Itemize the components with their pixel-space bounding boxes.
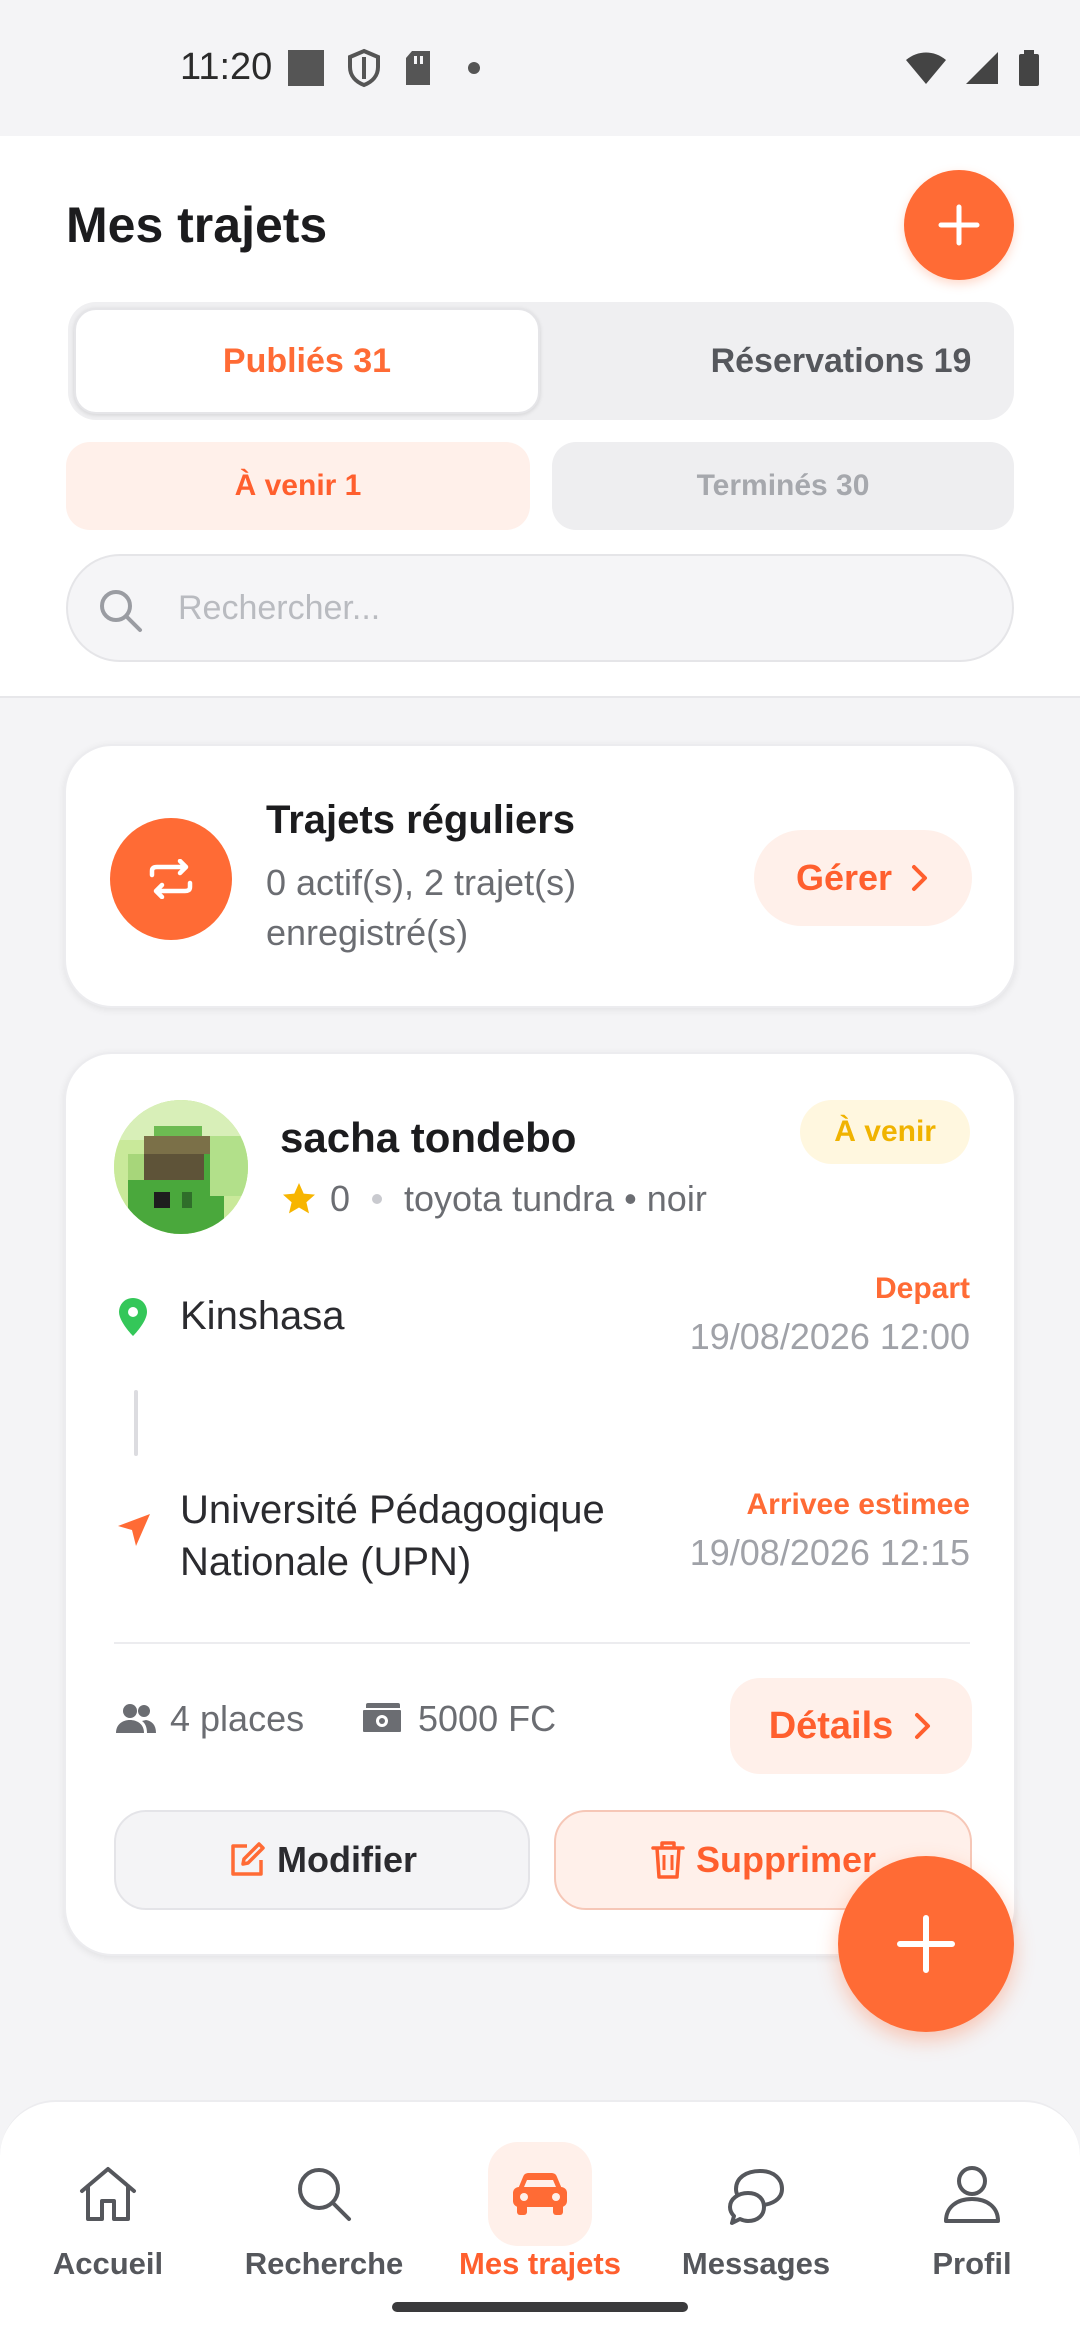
car-icon	[488, 2142, 592, 2246]
modify-button[interactable]: Modifier	[114, 1810, 530, 1910]
driver-name: sacha tondebo	[280, 1114, 577, 1161]
home-icon	[56, 2142, 160, 2246]
details-label: Détails	[768, 1704, 894, 1747]
status-badge: À venir	[800, 1100, 970, 1164]
manage-button[interactable]: Gérer	[754, 830, 972, 926]
tab-published[interactable]: Publiés 31	[74, 308, 540, 414]
sd-card-icon	[402, 48, 434, 93]
search-icon	[272, 2142, 376, 2246]
home-indicator[interactable]	[392, 2302, 688, 2312]
status-icons-right	[904, 48, 1042, 93]
nav-label: Recherche	[244, 2246, 404, 2281]
square-notification-icon	[286, 48, 326, 93]
departure-place: Kinshasa	[180, 1294, 345, 1338]
vehicle-info: toyota tundra • noir	[404, 1178, 707, 1219]
regular-trips-title: Trajets réguliers	[266, 798, 576, 842]
divider	[114, 1642, 970, 1644]
signal-icon	[962, 48, 1002, 93]
tab-reservations[interactable]: Réservations 19	[608, 308, 1074, 414]
nav-profile[interactable]: Profil	[872, 2142, 1072, 2282]
seats-info: 4 places	[114, 1698, 304, 1740]
dot-icon	[454, 48, 494, 93]
arrival-place: Université Pédagogique Nationale (UPN)	[180, 1488, 605, 1584]
nav-my-trips[interactable]: Mes trajets	[440, 2142, 640, 2282]
battery-icon	[1016, 48, 1042, 93]
delete-label: Supprimer	[695, 1839, 877, 1880]
status-time: 11:20	[180, 46, 273, 88]
search-input[interactable]	[178, 556, 978, 660]
search-box	[66, 554, 1014, 662]
plus-icon	[938, 204, 980, 246]
chat-icon	[704, 2142, 808, 2246]
add-trip-button[interactable]	[904, 170, 1014, 280]
chevron-right-icon	[915, 1713, 931, 1739]
edit-icon	[231, 1842, 265, 1876]
status-bar: 11:20	[0, 0, 1080, 136]
trip-card[interactable]: sacha tondebo 0 toyota tundra • noir À v…	[64, 1052, 1016, 1956]
nav-search[interactable]: Recherche	[224, 2142, 424, 2282]
chevron-right-icon	[912, 865, 928, 891]
money-icon	[361, 1703, 403, 1734]
modify-label: Modifier	[277, 1839, 417, 1880]
map-pin-icon	[116, 1296, 150, 1343]
plus-icon	[897, 1915, 955, 1973]
departure-label: Depart	[874, 1272, 970, 1305]
repeat-arrows-icon	[110, 818, 232, 940]
nav-messages[interactable]: Messages	[656, 2142, 856, 2282]
avatar	[114, 1100, 248, 1234]
regular-trips-subtitle: 0 actif(s), 2 trajet(s) enregistré(s)	[266, 862, 577, 953]
nav-label: Mes trajets	[459, 2246, 621, 2281]
floating-add-button[interactable]	[838, 1856, 1014, 2032]
price-value: 5000 FC	[418, 1698, 557, 1739]
status-icons-left	[286, 48, 494, 93]
filter-finished[interactable]: Terminés 30	[552, 442, 1014, 530]
route-line	[134, 1390, 138, 1456]
trash-icon	[651, 1841, 685, 1879]
navigation-arrow-icon	[114, 1510, 154, 1555]
shield-icon	[346, 48, 382, 93]
page-title: Mes trajets	[66, 197, 328, 253]
seats-count: 4 places	[170, 1698, 305, 1739]
user-icon	[920, 2142, 1024, 2246]
star-icon	[283, 1183, 315, 1214]
nav-label: Messages	[681, 2246, 831, 2281]
details-button[interactable]: Détails	[730, 1678, 972, 1774]
filter-upcoming[interactable]: À venir 1	[66, 442, 530, 530]
driver-rating: 0	[330, 1178, 351, 1219]
separator-dot	[372, 1194, 383, 1204]
arrival-time: 19/08/2026 12:15	[689, 1532, 970, 1573]
manage-label: Gérer	[795, 857, 893, 898]
driver-meta: 0 toyota tundra • noir	[280, 1178, 707, 1220]
arrival-label: Arrivee estimee	[746, 1488, 970, 1521]
nav-label: Accueil	[52, 2246, 164, 2281]
main-tabs: Publiés 31 Réservations 19	[68, 302, 1014, 420]
wifi-icon	[904, 48, 948, 93]
nav-home[interactable]: Accueil	[8, 2142, 208, 2282]
departure-time: 19/08/2026 12:00	[689, 1316, 970, 1357]
search-icon	[96, 586, 144, 639]
nav-label: Profil	[932, 2246, 1012, 2281]
regular-trips-card: Trajets réguliers 0 actif(s), 2 trajet(s…	[64, 744, 1016, 1008]
price-info: 5000 FC	[360, 1698, 556, 1740]
users-icon	[116, 1704, 156, 1733]
